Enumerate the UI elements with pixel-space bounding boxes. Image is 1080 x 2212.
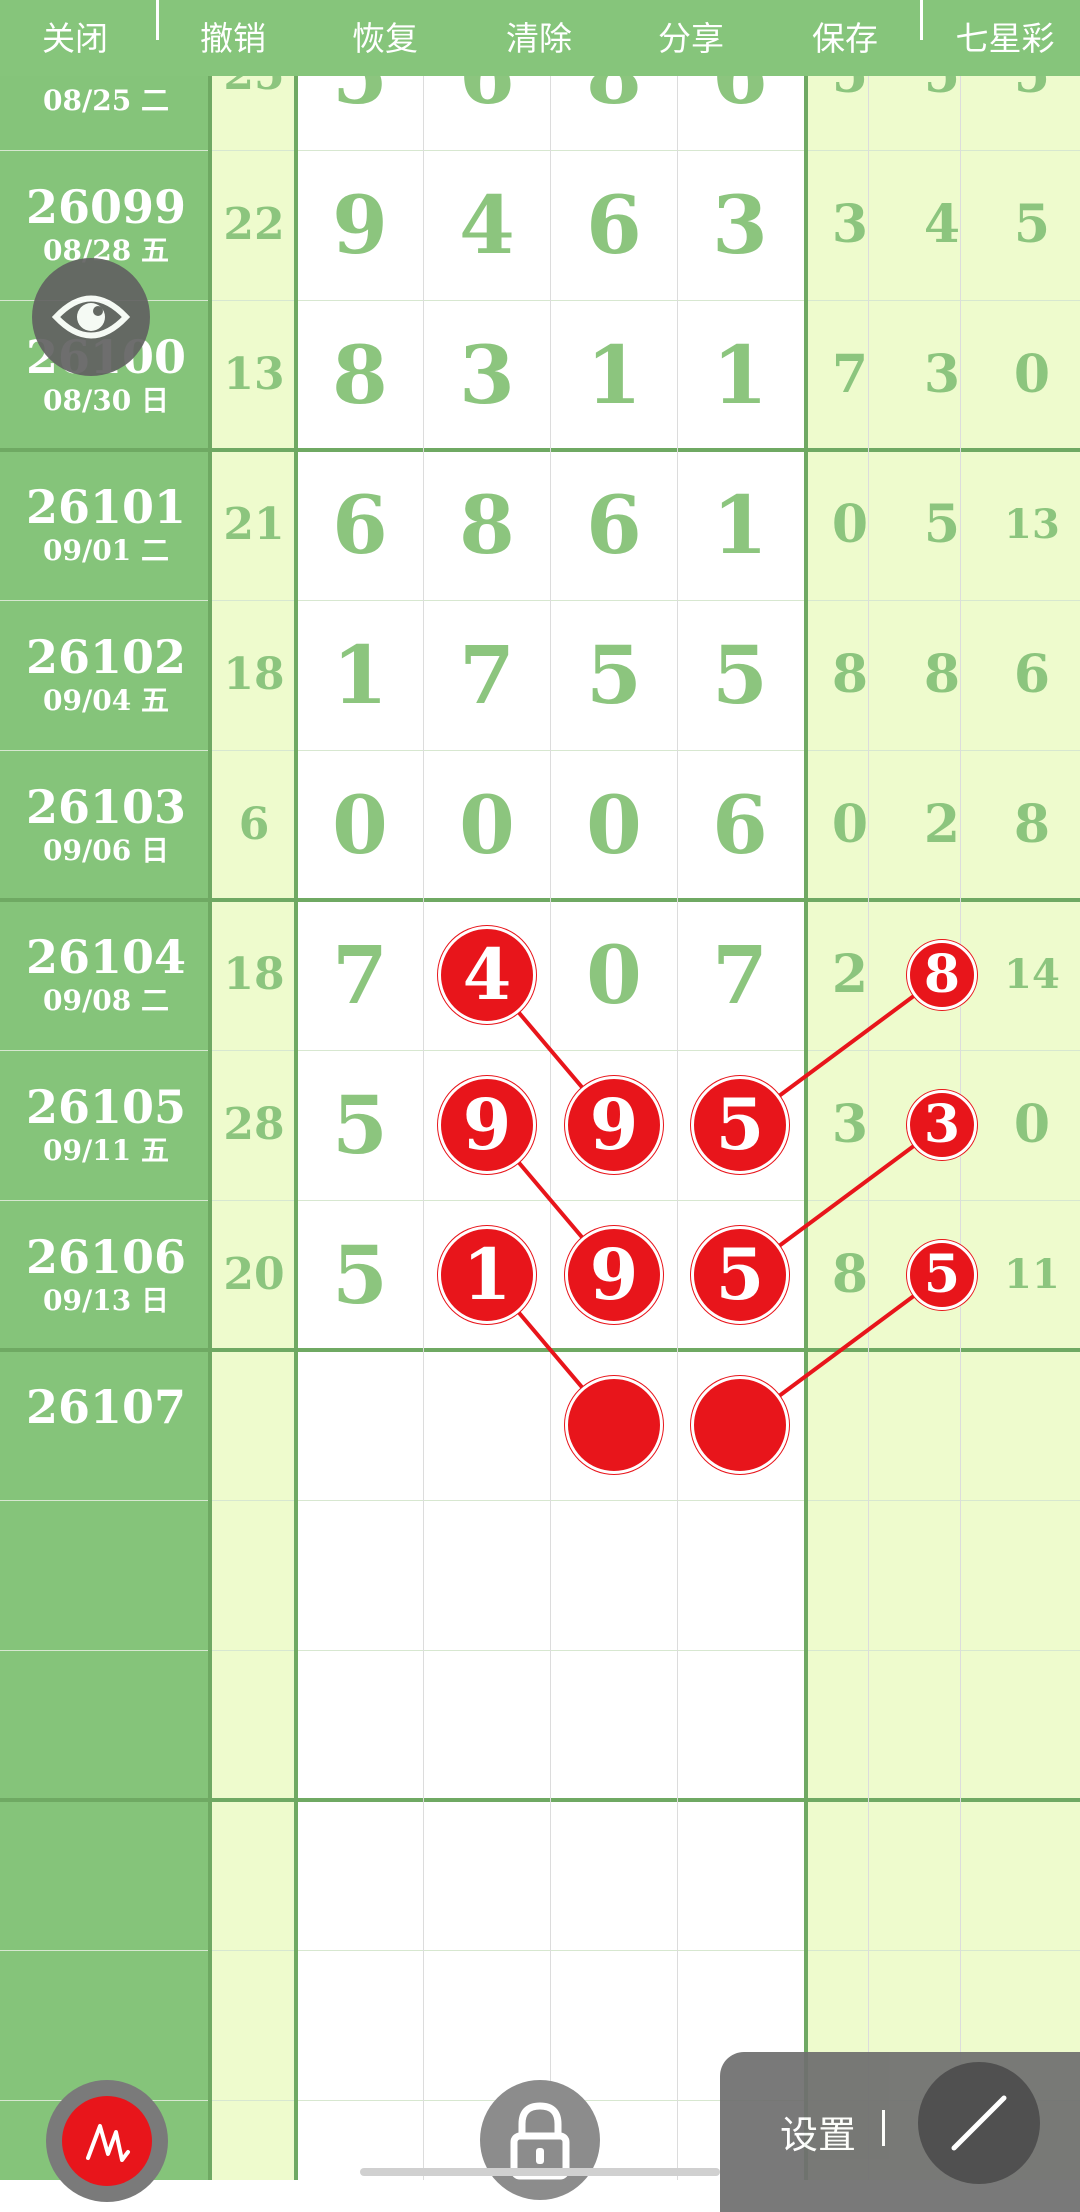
- lottery-type-button[interactable]: 七星彩: [940, 14, 1070, 64]
- trend-lines: [485, 973, 944, 1427]
- highlight-circle[interactable]: 9: [438, 1076, 536, 1174]
- highlight-circle[interactable]: 8: [907, 940, 977, 1010]
- undo-button[interactable]: 撤销: [178, 14, 288, 64]
- toggle-visibility-button[interactable]: [32, 258, 150, 376]
- pen-color-swatch: [62, 2096, 152, 2186]
- highlight-circle[interactable]: 9: [565, 1076, 663, 1174]
- redo-button[interactable]: 恢复: [330, 14, 440, 64]
- lock-button[interactable]: [480, 2080, 600, 2200]
- top-toolbar: 关闭 撤销 恢复 清除 分享 保存 七星彩: [0, 0, 1080, 76]
- highlight-circle[interactable]: 1: [438, 1226, 536, 1324]
- highlight-circle[interactable]: [691, 1376, 789, 1474]
- highlight-circle[interactable]: [565, 1376, 663, 1474]
- highlight-circle[interactable]: 5: [691, 1226, 789, 1324]
- eye-icon: [51, 295, 131, 339]
- lock-icon: [510, 2102, 570, 2180]
- line-tool-button[interactable]: [918, 2062, 1040, 2184]
- toolbar-divider: [920, 0, 923, 40]
- settings-divider: [882, 2110, 885, 2146]
- toolbar-divider: [156, 0, 159, 40]
- share-button[interactable]: 分享: [636, 14, 746, 64]
- highlight-circle[interactable]: 5: [691, 1076, 789, 1174]
- settings-button[interactable]: 设置: [780, 2104, 856, 2159]
- home-indicator: [360, 2168, 720, 2176]
- save-button[interactable]: 保存: [790, 14, 900, 64]
- highlight-circle[interactable]: 9: [565, 1226, 663, 1324]
- highlight-circle[interactable]: 4: [438, 926, 536, 1024]
- line-icon: [951, 2095, 1007, 2151]
- pen-tool-button[interactable]: [46, 2080, 168, 2202]
- highlight-circle[interactable]: 5: [907, 1240, 977, 1310]
- close-button[interactable]: 关闭: [20, 14, 130, 64]
- highlight-circle[interactable]: 3: [907, 1090, 977, 1160]
- clear-button[interactable]: 清除: [484, 14, 594, 64]
- pen-icon: [86, 2124, 130, 2162]
